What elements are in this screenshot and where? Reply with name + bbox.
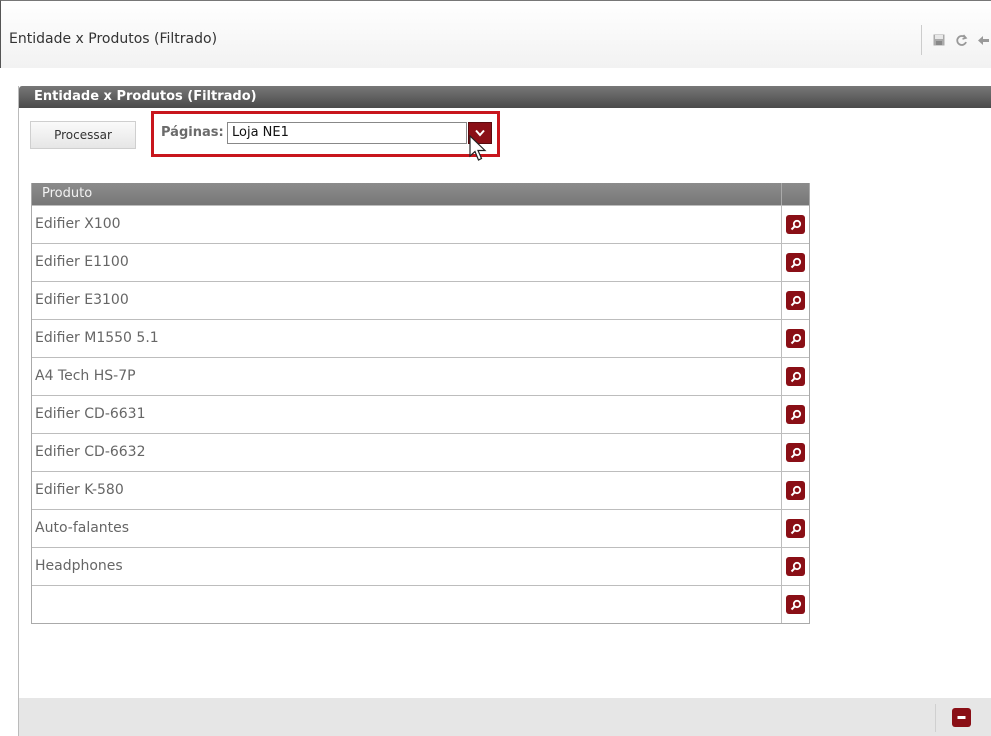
produto-cell[interactable] (32, 586, 782, 623)
produto-cell[interactable]: Edifier E1100 (32, 244, 782, 281)
magnifier-icon[interactable] (786, 367, 805, 386)
paginas-select[interactable]: Loja NE1 (227, 122, 467, 144)
processar-button[interactable]: Processar (30, 121, 136, 149)
magnifier-icon[interactable] (786, 253, 805, 272)
action-cell (782, 206, 809, 243)
chevron-down-icon[interactable] (468, 122, 492, 144)
table-row[interactable]: Edifier K-580 (32, 471, 809, 509)
produto-cell[interactable]: Edifier K-580 (32, 472, 782, 509)
footer-divider (935, 704, 936, 732)
action-cell (782, 358, 809, 395)
paginas-label: Páginas: (161, 125, 224, 140)
window-title-bar: Entidade x Produtos (Filtrado) (0, 0, 991, 68)
produto-cell[interactable]: Edifier E3100 (32, 282, 782, 319)
paginas-filter: Páginas: Loja NE1 (151, 111, 500, 157)
produto-cell[interactable]: Headphones (32, 548, 782, 585)
produto-cell[interactable]: Edifier X100 (32, 206, 782, 243)
action-cell (782, 510, 809, 547)
action-cell (782, 434, 809, 471)
back-icon[interactable] (976, 33, 990, 47)
table-row[interactable]: Edifier X100 (32, 205, 809, 243)
refresh-icon[interactable] (954, 33, 968, 47)
action-cell (782, 586, 809, 623)
table-row[interactable] (32, 585, 809, 623)
action-cell (782, 548, 809, 585)
action-cell (782, 244, 809, 281)
magnifier-icon[interactable] (786, 291, 805, 310)
magnifier-icon[interactable] (786, 519, 805, 538)
produto-cell[interactable]: Auto-falantes (32, 510, 782, 547)
table-row[interactable]: Headphones (32, 547, 809, 585)
column-header-produto[interactable]: Produto (32, 183, 782, 205)
table-row[interactable]: Edifier CD-6632 (32, 433, 809, 471)
save-icon[interactable] (932, 33, 946, 47)
table-row[interactable]: Edifier E1100 (32, 243, 809, 281)
produto-cell[interactable]: Edifier CD-6632 (32, 434, 782, 471)
table-row[interactable]: Auto-falantes (32, 509, 809, 547)
magnifier-icon[interactable] (786, 215, 805, 234)
window-tools (921, 25, 991, 55)
table-row[interactable]: Edifier CD-6631 (32, 395, 809, 433)
produto-cell[interactable]: Edifier CD-6631 (32, 396, 782, 433)
action-cell (782, 320, 809, 357)
magnifier-icon[interactable] (786, 595, 805, 614)
action-cell (782, 396, 809, 433)
produto-cell[interactable]: A4 Tech HS-7P (32, 358, 782, 395)
magnifier-icon[interactable] (786, 557, 805, 576)
panel-title: Entidade x Produtos (Filtrado) (19, 86, 991, 108)
action-cell (782, 472, 809, 509)
magnifier-icon[interactable] (786, 329, 805, 348)
grid-header: Produto (32, 183, 809, 205)
column-header-action (782, 183, 809, 205)
action-cell (782, 282, 809, 319)
produto-cell[interactable]: Edifier M1550 5.1 (32, 320, 782, 357)
table-row[interactable]: A4 Tech HS-7P (32, 357, 809, 395)
grid-body: Edifier X100 Edifier E1100 Edifier E3100 Ed… (32, 205, 809, 623)
magnifier-icon[interactable] (786, 443, 805, 462)
produtos-grid: Produto Edifier X100 Edifier E1100 Edifier… (31, 183, 810, 624)
magnifier-icon[interactable] (786, 405, 805, 424)
table-row[interactable]: Edifier M1550 5.1 (32, 319, 809, 357)
window-title: Entidade x Produtos (Filtrado) (9, 31, 218, 47)
magnifier-icon[interactable] (786, 481, 805, 500)
collapse-icon[interactable] (952, 708, 971, 727)
table-row[interactable]: Edifier E3100 (32, 281, 809, 319)
panel-footer (18, 698, 991, 736)
